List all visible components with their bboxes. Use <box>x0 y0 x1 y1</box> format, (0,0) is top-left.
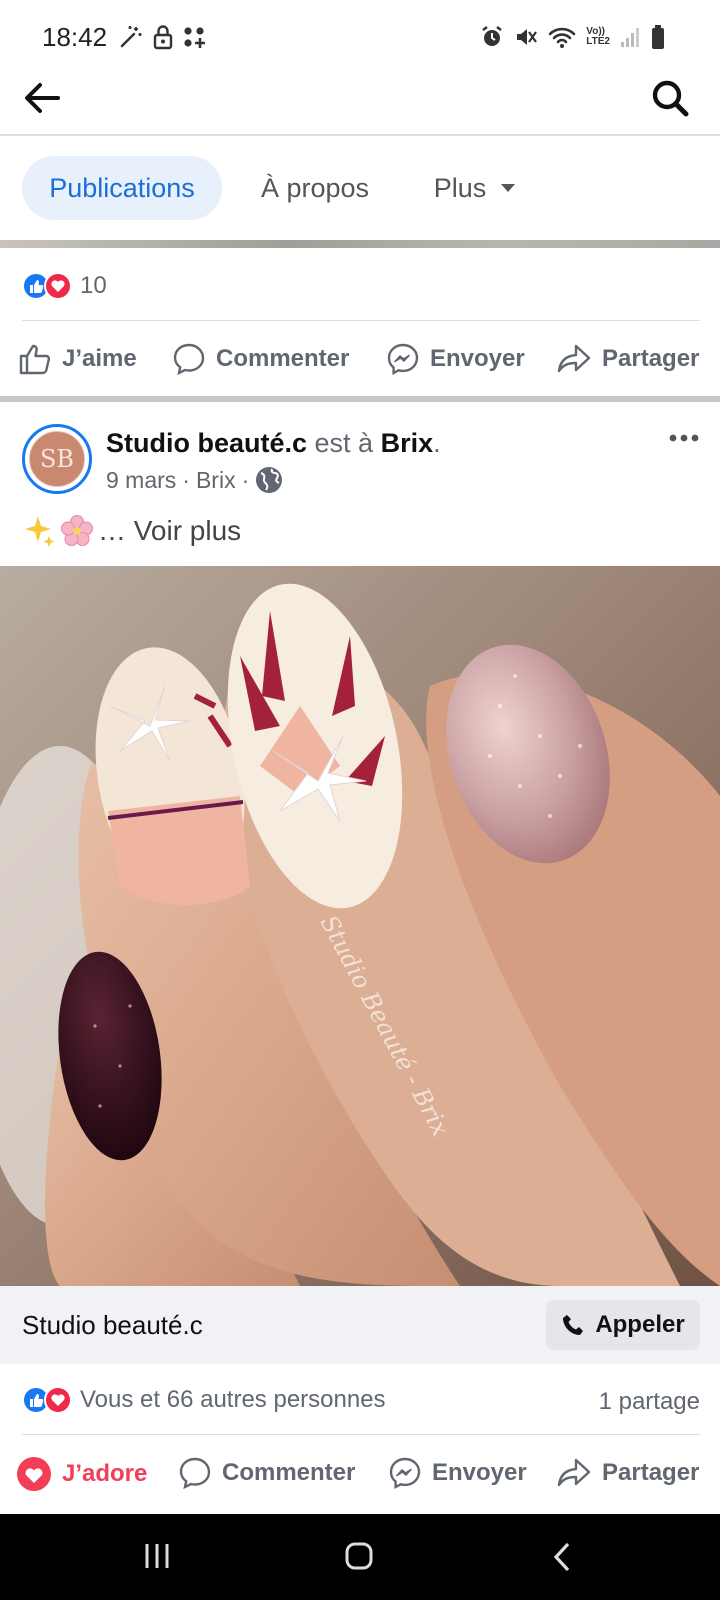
alarm-icon <box>482 26 503 46</box>
nail-art-image: Studio Beauté - Brix <box>0 566 720 1286</box>
share-arrow-icon <box>557 344 591 373</box>
previous-post-reactions[interactable]: 10 <box>22 272 107 300</box>
mute-icon <box>517 29 538 45</box>
see-more-link[interactable]: … Voir plus <box>98 515 241 547</box>
comment-button[interactable]: Commenter <box>178 1456 355 1490</box>
messenger-icon <box>389 1457 421 1490</box>
page-name[interactable]: Studio beauté.c <box>106 428 307 458</box>
wifi-icon <box>548 27 576 48</box>
page-tabs: Publications À propos Plus <box>0 150 720 230</box>
caret-down-icon <box>501 184 516 192</box>
system-nav-bar <box>0 1514 720 1600</box>
love-reaction-icon <box>44 272 72 300</box>
sparkles-icon <box>25 516 55 547</box>
status-time: 18:42 <box>42 22 108 52</box>
network-label: Vo)) LTE2 <box>586 26 610 47</box>
post-separator <box>0 396 720 402</box>
share-arrow-icon <box>557 1458 591 1487</box>
signal-icon <box>621 28 639 47</box>
search-icon[interactable] <box>650 78 690 118</box>
battery-icon <box>652 25 664 49</box>
post-date[interactable]: 9 mars <box>106 467 176 494</box>
location-link[interactable]: Brix <box>381 428 434 458</box>
previous-post-image-edge <box>0 240 720 248</box>
share-button[interactable]: Partager <box>556 1456 699 1490</box>
cherry-blossom-icon <box>61 515 93 546</box>
more-options-icon[interactable] <box>668 432 700 444</box>
system-back-icon[interactable] <box>552 1542 572 1572</box>
back-arrow-icon[interactable] <box>22 78 62 118</box>
globe-icon <box>256 467 283 493</box>
reaction-count: 10 <box>80 272 107 299</box>
dots-grid-icon <box>184 27 205 48</box>
is-at-text: est à <box>307 428 381 458</box>
call-button[interactable]: Appeler <box>546 1300 700 1350</box>
avatar[interactable]: SB <box>22 424 92 494</box>
tab-plus[interactable]: Plus <box>420 156 530 220</box>
lock-icon <box>153 25 173 50</box>
share-button[interactable]: Partager <box>556 342 699 376</box>
divider <box>22 320 700 321</box>
divider <box>22 1434 700 1435</box>
reactions-text: Vous et 66 autres personnes <box>80 1386 386 1413</box>
love-heart-icon <box>17 1457 51 1491</box>
home-icon[interactable] <box>344 1541 374 1571</box>
avatar-initials: SB <box>29 431 85 487</box>
tab-a-propos[interactable]: À propos <box>250 156 380 220</box>
divider <box>0 134 720 136</box>
comment-icon <box>173 343 205 376</box>
comment-icon <box>179 1457 211 1490</box>
thumbs-up-icon <box>19 344 51 375</box>
tab-publications[interactable]: Publications <box>22 156 222 220</box>
recent-apps-icon[interactable] <box>142 1542 172 1570</box>
send-button[interactable]: Envoyer <box>388 1456 527 1490</box>
comment-button[interactable]: Commenter <box>172 342 349 376</box>
post-header: Studio beauté.c est à Brix. 9 mars · Bri… <box>106 428 441 494</box>
cta-page-name[interactable]: Studio beauté.c <box>22 1310 203 1341</box>
like-button[interactable]: J’aime <box>18 342 137 376</box>
love-reaction-icon <box>44 1386 72 1414</box>
status-bar: 18:42 Vo)) LTE2 <box>0 0 720 78</box>
post-meta-location: Brix <box>195 466 236 493</box>
top-bar <box>0 78 720 134</box>
share-count[interactable]: 1 partage <box>599 1388 700 1416</box>
post-photo[interactable]: Studio Beauté - Brix <box>0 566 720 1286</box>
send-button[interactable]: Envoyer <box>386 342 525 376</box>
post-caption: … Voir plus <box>22 514 241 548</box>
phone-icon <box>563 1315 584 1335</box>
messenger-icon <box>387 343 419 376</box>
magic-wand-icon <box>120 26 142 48</box>
post-reactions[interactable]: Vous et 66 autres personnes <box>22 1386 386 1414</box>
love-button[interactable]: J’adore <box>16 1456 147 1492</box>
